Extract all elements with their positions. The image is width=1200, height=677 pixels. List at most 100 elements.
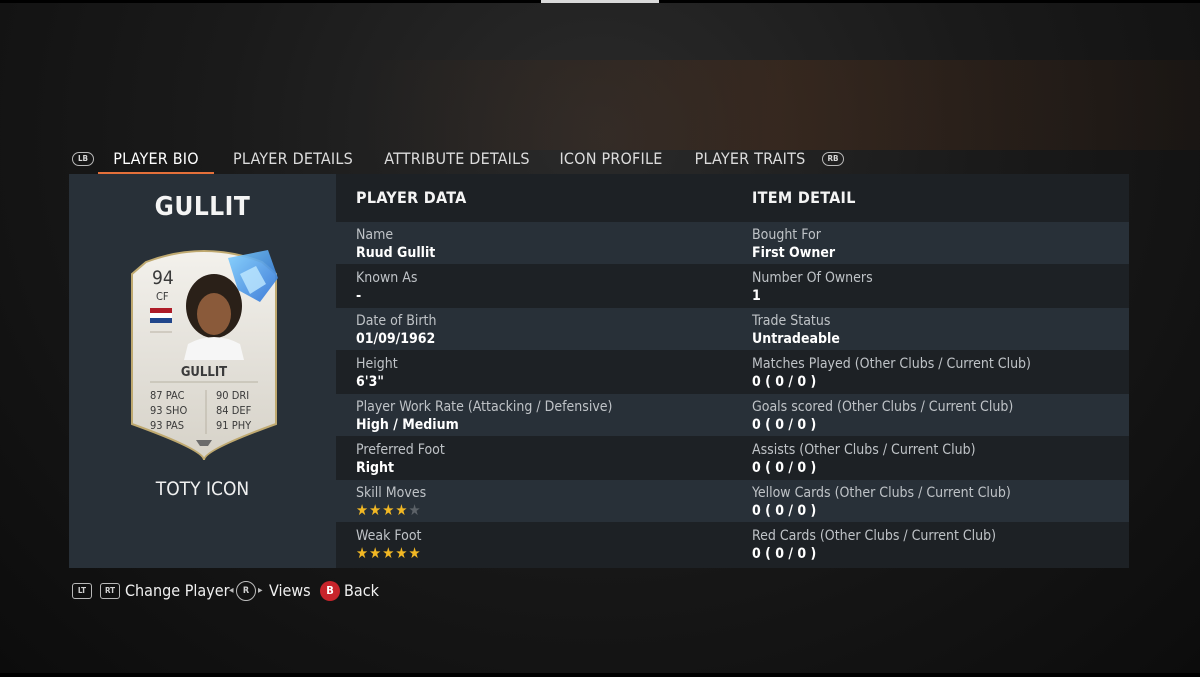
detail-label: Height — [356, 356, 398, 372]
detail-value: - — [356, 288, 362, 304]
detail-value: 0 ( 0 / 0 ) — [752, 417, 817, 433]
card-position: CF — [156, 290, 169, 303]
detail-row: Preferred Foot Right Assists (Other Clubs… — [336, 437, 1129, 479]
tab-icon-profile[interactable]: ICON PROFILE — [558, 148, 664, 174]
star-filled-icon: ★ — [408, 544, 422, 562]
detail-label: Bought For — [752, 227, 821, 243]
background-glow — [360, 60, 1200, 150]
player-card: 94 CF GULLIT 87 PAC 93 SHO 93 PAS 90 DRI… — [131, 250, 278, 461]
detail-label: Player Work Rate (Attacking / Defensive) — [356, 399, 613, 415]
detail-value: 0 ( 0 / 0 ) — [752, 374, 817, 390]
detail-row: Height 6'3" Matches Played (Other Clubs /… — [336, 351, 1129, 393]
change-player-button[interactable]: Change Player — [125, 580, 229, 602]
detail-label: Yellow Cards (Other Clubs / Current Club… — [752, 485, 1011, 501]
b-button-icon[interactable]: B — [320, 581, 340, 601]
detail-value: 01/09/1962 — [356, 331, 436, 347]
star-filled-icon: ★ — [382, 501, 396, 519]
player-data-skill-moves: Skill Moves ★★★★★ — [356, 485, 426, 519]
card-player-name: GULLIT — [181, 365, 227, 380]
item-bought-for: Bought For First Owner — [752, 227, 835, 262]
player-data-preferred-foot: Preferred Foot Right — [356, 442, 445, 477]
star-filled-icon: ★ — [395, 501, 409, 519]
top-frame-bar — [0, 0, 1200, 3]
star-filled-icon: ★ — [382, 544, 396, 562]
player-data-dob: Date of Birth 01/09/1962 — [356, 313, 436, 348]
star-filled-icon: ★ — [356, 544, 370, 562]
detail-label: Name — [356, 227, 394, 243]
detail-value: 1 — [752, 288, 761, 304]
detail-value: Untradeable — [752, 331, 840, 347]
detail-label: Number Of Owners — [752, 270, 873, 286]
stick-right-arrow-icon: ▸ — [258, 585, 263, 596]
item-trade-status: Trade Status Untradeable — [752, 313, 840, 348]
views-button[interactable]: Views — [269, 580, 311, 602]
netherlands-flag-icon — [150, 308, 172, 323]
back-button[interactable]: Back — [344, 580, 379, 602]
card-stat-def: 84 DEF — [216, 404, 252, 417]
card-stat-sho: 93 SHO — [150, 404, 187, 417]
item-matches-played: Matches Played (Other Clubs / Current Cl… — [752, 356, 1031, 391]
card-stat-phy: 91 PHY — [216, 419, 252, 432]
star-filled-icon: ★ — [395, 544, 409, 562]
rt-trigger-icon[interactable]: RT — [100, 583, 120, 599]
detail-value: 6'3" — [356, 374, 384, 390]
player-data-work-rate: Player Work Rate (Attacking / Defensive)… — [356, 399, 612, 434]
star-empty-icon: ★ — [408, 501, 422, 519]
detail-row: Name Ruud Gullit Bought For First Owner — [336, 222, 1129, 264]
detail-label: Goals scored (Other Clubs / Current Club… — [752, 399, 1014, 415]
detail-value: High / Medium — [356, 417, 459, 433]
detail-row: Date of Birth 01/09/1962 Trade Status Untr… — [336, 308, 1129, 350]
right-stick-icon[interactable]: R — [236, 581, 256, 601]
detail-value: First Owner — [752, 245, 836, 261]
item-goals-scored: Goals scored (Other Clubs / Current Club… — [752, 399, 1013, 434]
player-data-heading: PLAYER DATA — [356, 188, 467, 207]
detail-label: Red Cards (Other Clubs / Current Club) — [752, 528, 997, 544]
card-stat-pas: 93 PAS — [150, 419, 184, 432]
player-data-name: Name Ruud Gullit — [356, 227, 435, 262]
player-card-column: GULLIT 94 CF GULLIT 87 PAC 93 SHO 93 PAS… — [69, 174, 336, 568]
star-filled-icon: ★ — [369, 501, 383, 519]
detail-row: Known As - Number Of Owners 1 — [336, 265, 1129, 307]
tab-player-traits[interactable]: PLAYER TRAITS — [692, 148, 808, 174]
detail-label: Preferred Foot — [356, 442, 445, 458]
lb-bumper-icon[interactable]: LB — [72, 152, 94, 166]
player-name-heading: GULLIT — [154, 192, 251, 222]
rb-bumper-icon[interactable]: RB — [822, 152, 844, 166]
detail-value: Ruud Gullit — [356, 245, 436, 261]
tab-player-details[interactable]: PLAYER DETAILS — [232, 148, 354, 174]
item-red-cards: Red Cards (Other Clubs / Current Club) 0 … — [752, 528, 996, 563]
star-filled-icon: ★ — [369, 544, 383, 562]
top-notch — [541, 0, 659, 3]
detail-label: Trade Status — [752, 313, 831, 329]
skill-moves-stars: ★★★★★ — [356, 501, 426, 519]
detail-label: Known As — [356, 270, 418, 286]
player-data-weak-foot: Weak Foot ★★★★★ — [356, 528, 422, 562]
tab-bar: LB PLAYER BIO PLAYER DETAILS ATTRIBUTE D… — [70, 144, 850, 174]
detail-row: Weak Foot ★★★★★ Red Cards (Other Clubs / … — [336, 523, 1129, 565]
item-yellow-cards: Yellow Cards (Other Clubs / Current Club… — [752, 485, 1011, 520]
card-stat-dri: 90 DRI — [216, 389, 249, 402]
card-stat-pac: 87 PAC — [150, 389, 185, 402]
lt-trigger-icon[interactable]: LT — [72, 583, 92, 599]
detail-label: Matches Played (Other Clubs / Current Cl… — [752, 356, 1031, 372]
detail-label: Skill Moves — [356, 485, 427, 501]
detail-row: Skill Moves ★★★★★ Yellow Cards (Other Clu… — [336, 480, 1129, 522]
detail-value: 0 ( 0 / 0 ) — [752, 503, 817, 519]
details-area: PLAYER DATA ITEM DETAIL Name Ruud Gullit … — [336, 174, 1129, 568]
controller-hints: LT RT Change Player ◂ R ▸ Views B Back — [70, 580, 670, 604]
detail-label: Date of Birth — [356, 313, 437, 329]
tab-player-bio[interactable]: PLAYER BIO — [98, 148, 214, 174]
tab-attribute-details[interactable]: ATTRIBUTE DETAILS — [384, 148, 530, 174]
player-data-known-as: Known As - — [356, 270, 417, 305]
detail-row: Player Work Rate (Attacking / Defensive)… — [336, 394, 1129, 436]
card-rating: 94 — [152, 267, 174, 289]
player-face — [197, 293, 231, 335]
player-data-height: Height 6'3" — [356, 356, 398, 391]
item-number-of-owners: Number Of Owners 1 — [752, 270, 873, 305]
weak-foot-stars: ★★★★★ — [356, 544, 422, 562]
star-filled-icon: ★ — [356, 501, 370, 519]
detail-label: Weak Foot — [356, 528, 422, 544]
item-assists: Assists (Other Clubs / Current Club) 0 ( … — [752, 442, 976, 477]
detail-value: 0 ( 0 / 0 ) — [752, 460, 817, 476]
card-type-label: TOTY ICON — [155, 478, 250, 500]
